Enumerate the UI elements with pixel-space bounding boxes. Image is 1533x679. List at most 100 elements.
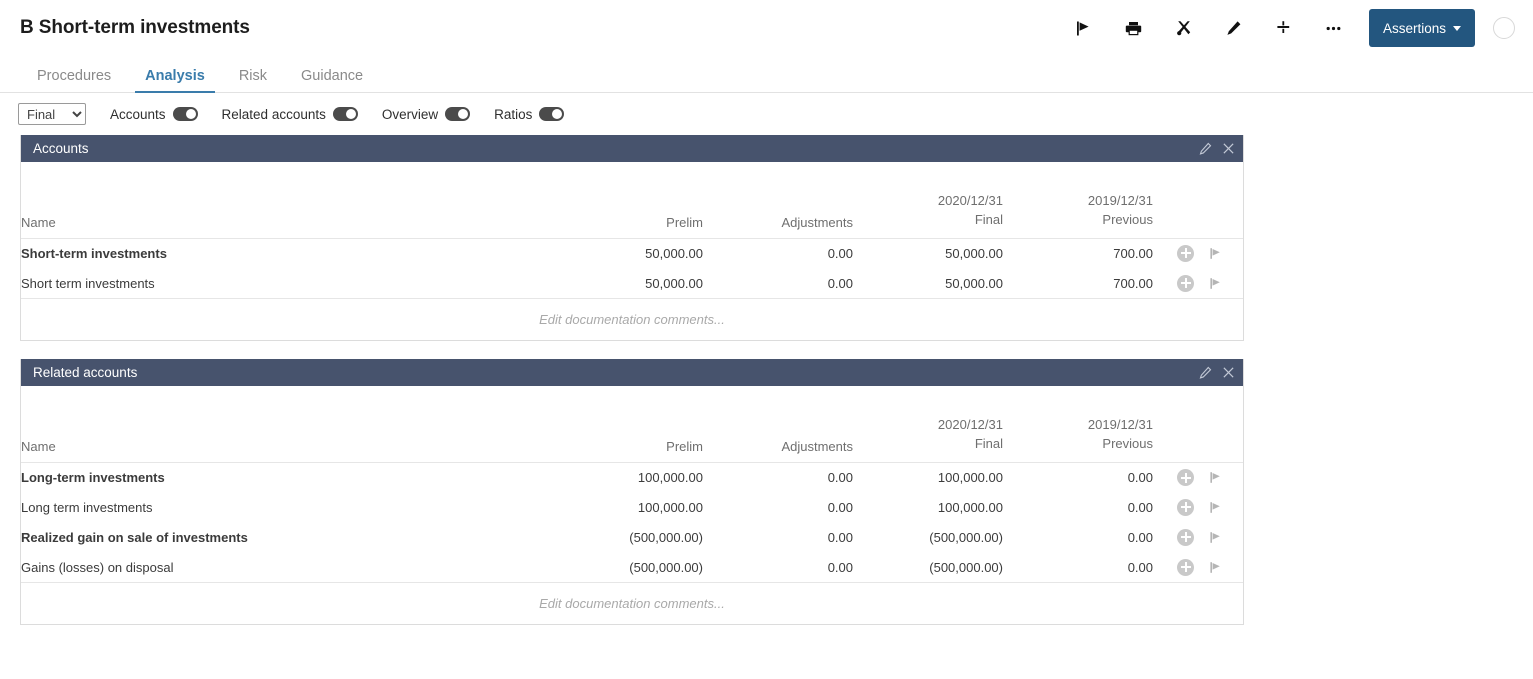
cell-previous: 0.00 bbox=[1127, 559, 1153, 575]
flag-icon[interactable] bbox=[1208, 276, 1223, 291]
tab-procedures[interactable]: Procedures bbox=[20, 68, 128, 93]
col-header-previous-label: Previous bbox=[1102, 211, 1153, 227]
cell-prelim: (500,000.00) bbox=[629, 559, 703, 575]
col-header-adjustments: Adjustments bbox=[703, 192, 853, 239]
cell-previous: 0.00 bbox=[1127, 529, 1153, 545]
print-icon bbox=[1124, 19, 1143, 38]
col-header-prelim: Prelim bbox=[543, 416, 703, 463]
flag-icon bbox=[1074, 19, 1093, 38]
add-icon[interactable] bbox=[1177, 274, 1194, 292]
table-row[interactable]: Long-term investments 100,000.00 0.00 10… bbox=[21, 462, 1243, 492]
col-header-previous-date: 2019/12/31 bbox=[1087, 193, 1153, 208]
print-button[interactable] bbox=[1109, 8, 1159, 48]
tab-bar: Procedures Analysis Risk Guidance bbox=[0, 56, 1533, 93]
col-header-final-label: Final bbox=[974, 436, 1003, 452]
cell-adjustments: 0.00 bbox=[827, 499, 853, 515]
documentation-comments-related-accounts[interactable]: Edit documentation comments... bbox=[21, 582, 1243, 624]
add-icon[interactable] bbox=[1177, 469, 1194, 487]
toggle-ratios: Ratios bbox=[494, 106, 565, 122]
panel-close-icon[interactable] bbox=[1222, 366, 1235, 379]
col-header-name: Name bbox=[21, 416, 543, 463]
toggle-overview-switch[interactable] bbox=[445, 107, 471, 121]
divide-button[interactable] bbox=[1259, 8, 1309, 48]
toggle-overview: Overview bbox=[381, 106, 471, 122]
account-name-link[interactable]: Short-term investments bbox=[21, 238, 543, 268]
panel-edit-icon[interactable] bbox=[1199, 366, 1212, 379]
table-row[interactable]: Realized gain on sale of investments (50… bbox=[21, 522, 1243, 552]
cell-previous: 700.00 bbox=[1113, 245, 1153, 261]
cell-prelim: 100,000.00 bbox=[637, 470, 703, 486]
tools-icon bbox=[1174, 18, 1194, 38]
account-name-link[interactable]: Long-term investments bbox=[21, 462, 543, 492]
tools-button[interactable] bbox=[1159, 8, 1209, 48]
account-name: Long term investments bbox=[21, 499, 153, 515]
add-icon[interactable] bbox=[1177, 558, 1194, 576]
panel-accounts: Accounts Name Prelim Adjustments 2020/12… bbox=[20, 135, 1244, 342]
flag-icon[interactable] bbox=[1208, 530, 1223, 545]
edit-button[interactable] bbox=[1209, 8, 1259, 48]
cell-final: (500,000.00) bbox=[929, 559, 1003, 575]
panel-close-icon[interactable] bbox=[1222, 142, 1235, 155]
panel-related-accounts-header-actions bbox=[1199, 366, 1235, 379]
toggle-overview-label: Overview bbox=[381, 106, 439, 122]
more-button[interactable] bbox=[1309, 8, 1359, 48]
panel-related-accounts: Related accounts Name Prelim Adjustments… bbox=[20, 359, 1244, 626]
table-row[interactable]: Long term investments 100,000.00 0.00 10… bbox=[21, 492, 1243, 522]
toggle-ratios-label: Ratios bbox=[494, 106, 533, 122]
add-icon[interactable] bbox=[1177, 244, 1194, 262]
toggle-accounts-switch[interactable] bbox=[172, 107, 198, 121]
period-select[interactable]: Final bbox=[18, 103, 86, 125]
related-accounts-table-header-row: Name Prelim Adjustments 2020/12/31 Final… bbox=[21, 416, 1243, 463]
account-name-link[interactable]: Realized gain on sale of investments bbox=[21, 522, 543, 552]
add-icon[interactable] bbox=[1177, 498, 1194, 516]
col-header-prelim: Prelim bbox=[543, 192, 703, 239]
panel-accounts-header: Accounts bbox=[21, 135, 1243, 162]
account-name: Gains (losses) on disposal bbox=[21, 559, 174, 575]
panel-edit-icon[interactable] bbox=[1199, 142, 1212, 155]
add-icon[interactable] bbox=[1177, 528, 1194, 546]
table-row[interactable]: Short term investments 50,000.00 0.00 50… bbox=[21, 268, 1243, 298]
toggle-related-accounts-switch[interactable] bbox=[332, 107, 358, 121]
panel-related-accounts-title: Related accounts bbox=[33, 365, 138, 381]
col-header-previous-label: Previous bbox=[1102, 436, 1153, 452]
toggle-ratios-switch[interactable] bbox=[539, 107, 565, 121]
table-row[interactable]: Short-term investments 50,000.00 0.00 50… bbox=[21, 238, 1243, 268]
col-header-final: 2020/12/31 Final bbox=[853, 416, 1003, 463]
toggle-accounts: Accounts bbox=[110, 107, 198, 122]
flag-icon[interactable] bbox=[1208, 560, 1223, 575]
accounts-table-head: Name Prelim Adjustments 2020/12/31 Final… bbox=[21, 162, 1243, 239]
app-header: B Short-term investments Assertions bbox=[0, 0, 1533, 56]
flag-button[interactable] bbox=[1059, 8, 1109, 48]
cell-row-actions bbox=[1153, 462, 1243, 492]
assertions-button[interactable]: Assertions bbox=[1368, 9, 1475, 47]
cell-adjustments: 0.00 bbox=[827, 245, 853, 261]
cell-final: 50,000.00 bbox=[945, 245, 1003, 261]
avatar[interactable] bbox=[1493, 17, 1515, 39]
cell-adjustments: 0.00 bbox=[827, 559, 853, 575]
col-header-previous-date: 2019/12/31 bbox=[1087, 417, 1153, 433]
col-header-final-date: 2020/12/31 bbox=[937, 417, 1003, 433]
accounts-table: Name Prelim Adjustments 2020/12/31 Final… bbox=[21, 162, 1243, 298]
documentation-comments-accounts[interactable]: Edit documentation comments... bbox=[21, 298, 1243, 340]
flag-icon[interactable] bbox=[1208, 246, 1223, 261]
cell-previous: 700.00 bbox=[1113, 275, 1153, 291]
toggle-accounts-label: Accounts bbox=[110, 106, 166, 122]
tab-analysis[interactable]: Analysis bbox=[128, 68, 222, 93]
flag-icon[interactable] bbox=[1208, 470, 1223, 485]
table-row[interactable]: Gains (losses) on disposal (500,000.00) … bbox=[21, 552, 1243, 582]
accounts-table-header-row: Name Prelim Adjustments 2020/12/31 Final… bbox=[21, 192, 1243, 239]
tab-risk[interactable]: Risk bbox=[222, 68, 284, 93]
tab-guidance[interactable]: Guidance bbox=[284, 68, 380, 93]
cell-final: 50,000.00 bbox=[945, 275, 1003, 291]
panel-accounts-title: Accounts bbox=[33, 141, 89, 156]
flag-icon[interactable] bbox=[1208, 500, 1223, 515]
col-header-actions bbox=[1153, 416, 1243, 463]
header-actions: Assertions bbox=[1059, 8, 1515, 48]
col-header-final-label: Final bbox=[974, 211, 1003, 227]
related-accounts-table-head: Name Prelim Adjustments 2020/12/31 Final… bbox=[21, 386, 1243, 463]
cell-row-actions bbox=[1153, 522, 1243, 552]
cell-adjustments: 0.00 bbox=[827, 529, 853, 545]
ellipsis-icon bbox=[1324, 19, 1343, 38]
controls-bar: Final Accounts Related accounts Overview… bbox=[0, 93, 1533, 135]
col-header-name: Name bbox=[21, 192, 543, 239]
